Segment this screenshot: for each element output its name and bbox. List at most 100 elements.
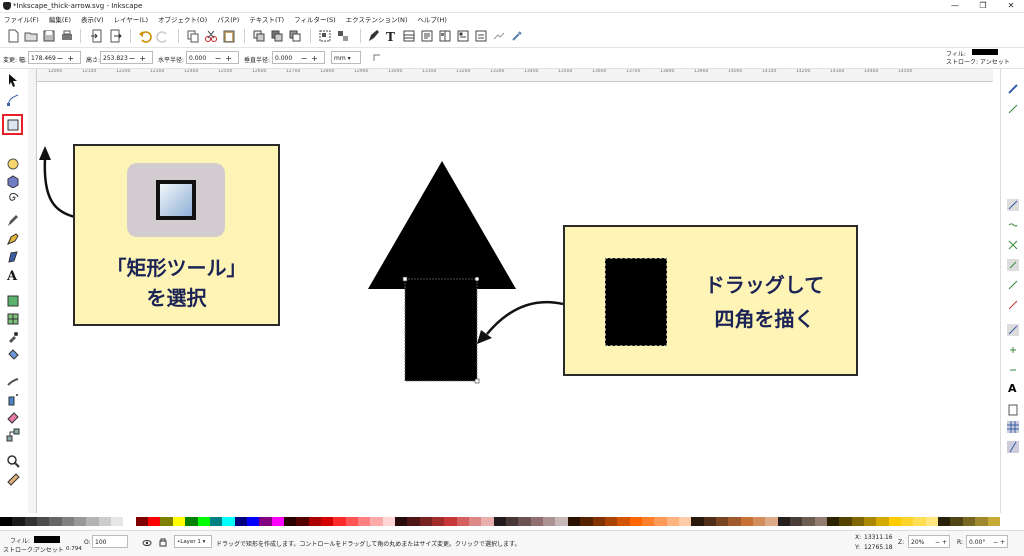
measure-tool-icon[interactable]	[6, 472, 20, 486]
menu-file[interactable]: ファイル(F)	[4, 14, 39, 24]
palette-swatch[interactable]	[703, 517, 716, 526]
palette-swatch[interactable]	[913, 517, 926, 526]
cut-icon[interactable]	[204, 29, 218, 43]
palette-swatch[interactable]	[333, 517, 346, 526]
close-button[interactable]: ✕	[1000, 0, 1022, 12]
redo-icon[interactable]	[156, 29, 170, 43]
palette-swatch[interactable]	[259, 517, 272, 526]
palette-swatch[interactable]	[802, 517, 815, 526]
palette-swatch[interactable]	[123, 517, 136, 526]
palette-swatch[interactable]	[715, 517, 729, 526]
palette-swatch[interactable]	[814, 517, 828, 526]
palette-swatch[interactable]	[962, 517, 976, 526]
paste-icon[interactable]	[222, 29, 236, 43]
palette-swatch[interactable]	[197, 517, 210, 526]
save-icon[interactable]	[42, 29, 56, 43]
clone-icon[interactable]	[270, 29, 284, 43]
palette-swatch[interactable]	[37, 517, 50, 526]
snap-smooth-icon[interactable]	[1007, 279, 1019, 291]
rectangle-tool-highlight[interactable]	[2, 114, 23, 135]
duplicate-icon[interactable]	[252, 29, 266, 43]
palette-swatch[interactable]	[320, 517, 334, 526]
palette-swatch[interactable]	[691, 517, 704, 526]
menu-view[interactable]: 表示(V)	[81, 14, 104, 24]
minimize-button[interactable]: —	[944, 0, 966, 12]
drawing-canvas[interactable]: 「矩形ツール」 を選択 ドラッグして 四角を描く	[37, 82, 999, 513]
gradient-tool-icon[interactable]	[6, 294, 20, 308]
snap-grid-icon[interactable]	[1007, 421, 1019, 433]
dropper-tool-icon[interactable]	[6, 330, 20, 344]
palette-swatch[interactable]	[61, 517, 75, 526]
menu-text[interactable]: テキスト(T)	[249, 14, 284, 24]
palette-swatch[interactable]	[580, 517, 593, 526]
snap-center-icon[interactable]	[1007, 344, 1019, 356]
palette-swatch[interactable]	[827, 517, 840, 526]
zoom-field[interactable]: 20% − +	[908, 535, 950, 548]
palette-swatch[interactable]	[271, 517, 284, 526]
align-distribute-icon[interactable]	[438, 29, 452, 43]
rotate-field[interactable]: 0.00° − +	[966, 535, 1008, 548]
mesh-tool-icon[interactable]	[6, 312, 20, 326]
palette-swatch[interactable]	[777, 517, 790, 526]
palette-swatch[interactable]	[357, 517, 371, 526]
palette-swatch[interactable]	[654, 517, 667, 526]
palette-swatch[interactable]	[938, 517, 951, 526]
menu-layer[interactable]: レイヤー(L)	[114, 14, 149, 24]
palette-swatch[interactable]	[148, 517, 161, 526]
document-properties-icon[interactable]	[456, 29, 470, 43]
palette-swatch[interactable]	[308, 517, 321, 526]
palette-swatch[interactable]	[246, 517, 260, 526]
layer-visibility-icon[interactable]	[142, 538, 152, 548]
node-tool-icon[interactable]	[6, 93, 20, 107]
layer-lock-icon[interactable]	[158, 537, 168, 547]
palette-swatch[interactable]	[617, 517, 630, 526]
snap-nodes-icon[interactable]	[1007, 199, 1019, 211]
color-palette[interactable]	[0, 517, 1000, 526]
palette-swatch[interactable]	[160, 517, 173, 526]
palette-swatch[interactable]	[641, 517, 655, 526]
palette-swatch[interactable]	[864, 517, 877, 526]
width-field[interactable]: 178.469 −+	[28, 51, 81, 64]
fill-swatch[interactable]	[972, 49, 998, 55]
palette-swatch[interactable]	[851, 517, 865, 526]
snap-rotation-center-icon[interactable]	[1007, 364, 1019, 376]
palette-swatch[interactable]	[172, 517, 186, 526]
zoom-tool-icon[interactable]	[6, 454, 20, 468]
text-tool-icon[interactable]: A	[6, 268, 20, 282]
corner-round-handle[interactable]	[474, 276, 480, 282]
snap-cusp-icon[interactable]	[1007, 259, 1019, 271]
spray-tool-icon[interactable]	[6, 392, 20, 406]
palette-swatch[interactable]	[543, 517, 556, 526]
snap-toggle-icon[interactable]	[1007, 83, 1019, 95]
palette-swatch[interactable]	[24, 517, 38, 526]
snap-guide-icon[interactable]	[1007, 441, 1019, 453]
palette-swatch[interactable]	[296, 517, 309, 526]
palette-swatch[interactable]	[481, 517, 494, 526]
palette-swatch[interactable]	[876, 517, 889, 526]
snap-paths-icon[interactable]	[1007, 219, 1019, 231]
palette-swatch[interactable]	[395, 517, 408, 526]
palette-swatch[interactable]	[567, 517, 581, 526]
print-icon[interactable]	[60, 29, 74, 43]
menu-extensions[interactable]: エクステンション(N)	[346, 14, 408, 24]
fill-stroke-icon[interactable]	[366, 29, 380, 43]
palette-swatch[interactable]	[888, 517, 902, 526]
palette-swatch[interactable]	[234, 517, 247, 526]
arrow-head-triangle[interactable]	[368, 161, 516, 289]
palette-swatch[interactable]	[370, 517, 383, 526]
palette-swatch[interactable]	[530, 517, 544, 526]
ungroup-icon[interactable]	[336, 29, 350, 43]
calligraphy-tool-icon[interactable]	[6, 250, 20, 264]
unit-select[interactable]: mm ▾	[331, 51, 361, 64]
palette-swatch[interactable]	[185, 517, 198, 526]
palette-swatch[interactable]	[678, 517, 692, 526]
symbols-icon[interactable]	[492, 29, 506, 43]
preferences-icon[interactable]	[474, 29, 488, 43]
drawn-rectangle[interactable]	[404, 278, 478, 382]
3d-box-tool-icon[interactable]	[6, 174, 20, 188]
palette-swatch[interactable]	[740, 517, 753, 526]
palette-swatch[interactable]	[518, 517, 531, 526]
palette-swatch[interactable]	[456, 517, 470, 526]
palette-swatch[interactable]	[629, 517, 642, 526]
palette-swatch[interactable]	[407, 517, 420, 526]
